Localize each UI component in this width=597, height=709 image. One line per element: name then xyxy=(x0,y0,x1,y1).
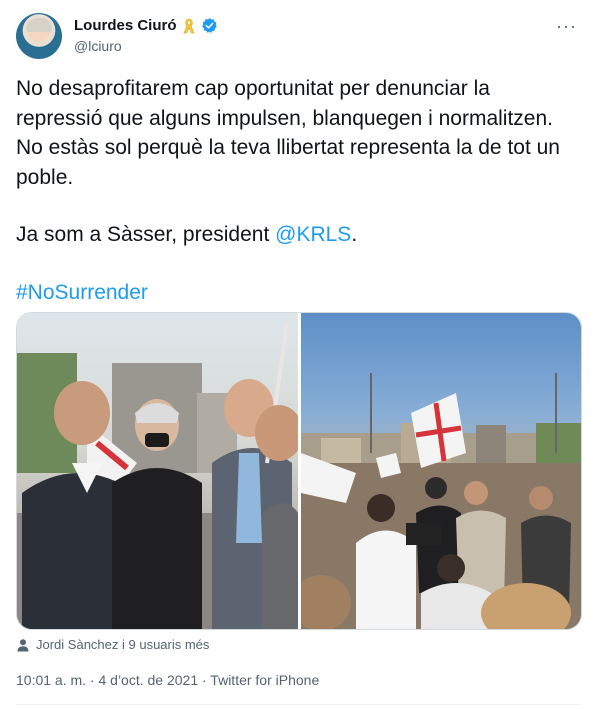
tweet-paragraph-2-text: Ja som a Sàsser, president xyxy=(16,223,276,246)
author-handle[interactable]: @lciuro xyxy=(74,38,122,54)
hashtag-link[interactable]: #NoSurrender xyxy=(16,281,148,304)
mention-link[interactable]: @KRLS xyxy=(275,223,351,246)
author-name-row: Lourdes Ciuró xyxy=(74,17,218,34)
photo-2-scene xyxy=(301,373,581,629)
photo-1-scene xyxy=(17,322,298,629)
photo-2[interactable] xyxy=(301,313,581,629)
author-avatar[interactable] xyxy=(16,13,62,59)
author-display-name[interactable]: Lourdes Ciuró xyxy=(74,17,177,34)
tweet-paragraph-2-end: . xyxy=(351,223,358,246)
tagged-users[interactable]: Jordi Sànchez i 9 usuaris més xyxy=(16,637,209,652)
tweet-body: No desaprofitarem cap oportunitat per de… xyxy=(16,74,576,307)
media-grid xyxy=(16,312,582,630)
verified-badge-icon xyxy=(201,18,217,33)
person-icon xyxy=(17,638,29,651)
yellow-ribbon-icon xyxy=(183,18,194,33)
tweet-paragraph-3: #NoSurrender xyxy=(16,278,576,308)
tweet-metadata[interactable]: 10:01 a. m. · 4 d’oct. de 2021 · Twitter… xyxy=(16,672,319,688)
tweet-header: Lourdes Ciuró @lciuro ··· xyxy=(16,10,581,62)
tagged-users-label: Jordi Sànchez i 9 usuaris més xyxy=(36,637,210,652)
more-options-icon[interactable]: ··· xyxy=(556,16,577,37)
photo-1[interactable] xyxy=(17,313,298,629)
divider xyxy=(16,704,581,705)
tweet-paragraph-1: No desaprofitarem cap oportunitat per de… xyxy=(16,77,560,189)
tweet-paragraph-2: Ja som a Sàsser, president @KRLS. xyxy=(16,220,576,250)
